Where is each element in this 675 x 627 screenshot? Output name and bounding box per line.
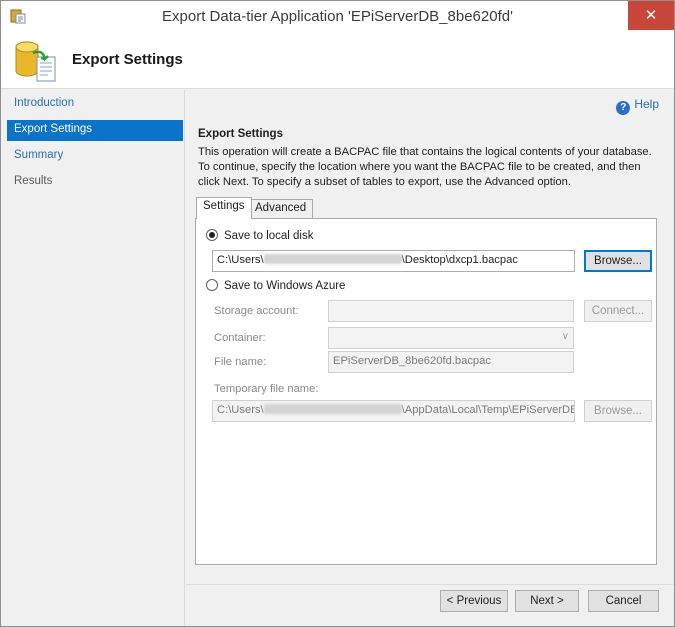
close-icon: ✕ xyxy=(644,6,658,24)
container-label: Container: xyxy=(214,332,266,344)
local-disk-label: Save to local disk xyxy=(224,230,314,242)
close-button[interactable]: ✕ xyxy=(628,1,674,30)
temp-file-input[interactable]: C:\Users\ \AppData\Local\Temp\EPiServerDB… xyxy=(212,400,575,422)
tab-settings[interactable]: Settings xyxy=(196,197,252,219)
help-link[interactable]: ? Help xyxy=(616,97,659,115)
next-button[interactable]: Next > xyxy=(515,590,579,612)
local-path-suffix: \Desktop\dxcp1.bacpac xyxy=(401,254,518,266)
wizard-header: Export Settings xyxy=(1,31,674,89)
export-wizard-window: Export Data-tier Application 'EPiServerD… xyxy=(0,0,675,627)
azure-label: Save to Windows Azure xyxy=(224,280,346,292)
sidebar-item-introduction[interactable]: Introduction xyxy=(7,94,183,115)
tab-advanced[interactable]: Advanced xyxy=(248,199,314,219)
temp-path-prefix: C:\Users\ xyxy=(217,404,264,416)
browse-button[interactable]: Browse... xyxy=(584,250,652,272)
wizard-sidebar: Introduction Export Settings Summary Res… xyxy=(1,90,185,626)
local-disk-radio[interactable] xyxy=(206,229,218,241)
title-bar: Export Data-tier Application 'EPiServerD… xyxy=(1,1,674,31)
temp-browse-button[interactable]: Browse... xyxy=(584,400,652,422)
azure-radio[interactable] xyxy=(206,279,218,291)
main-panel: ? Help Export Settings This operation wil… xyxy=(186,90,674,626)
cancel-button[interactable]: Cancel xyxy=(588,590,659,612)
window-title: Export Data-tier Application 'EPiServerD… xyxy=(162,8,513,25)
database-export-icon xyxy=(15,41,56,82)
local-path-prefix: C:\Users\ xyxy=(217,254,264,266)
file-name-label: File name: xyxy=(214,356,267,368)
section-description: This operation will create a BACPAC file… xyxy=(198,146,652,188)
previous-button[interactable]: < Previous xyxy=(440,590,508,612)
footer-divider xyxy=(186,584,674,585)
temp-file-label: Temporary file name: xyxy=(214,383,319,395)
local-path-input[interactable]: C:\Users\ \Desktop\dxcp1.bacpac xyxy=(212,250,575,272)
redacted-username xyxy=(263,254,402,264)
temp-path-suffix: \AppData\Local\Temp\EPiServerDB_ xyxy=(401,404,575,416)
sidebar-item-results: Results xyxy=(14,175,53,187)
sidebar-item-summary[interactable]: Summary xyxy=(7,146,183,167)
settings-tab-panel: Save to local disk C:\Users\ \Desktop\dxc… xyxy=(195,218,657,565)
azure-option[interactable]: Save to Windows Azure xyxy=(206,279,345,292)
storage-account-label: Storage account: xyxy=(214,305,299,317)
connect-button[interactable]: Connect... xyxy=(584,300,652,322)
header-title: Export Settings xyxy=(72,51,183,68)
storage-account-input[interactable] xyxy=(328,300,574,322)
sidebar-item-export-settings[interactable]: Export Settings xyxy=(7,120,183,141)
local-disk-option[interactable]: Save to local disk xyxy=(206,229,314,242)
help-icon: ? xyxy=(616,101,631,115)
section-title: Export Settings xyxy=(198,128,283,140)
container-select[interactable]: ∨ xyxy=(328,327,574,349)
redacted-username xyxy=(263,404,402,414)
chevron-down-icon: ∨ xyxy=(561,331,569,342)
file-name-input[interactable]: EPiServerDB_8be620fd.bacpac xyxy=(328,351,574,373)
help-label: Help xyxy=(634,97,659,111)
